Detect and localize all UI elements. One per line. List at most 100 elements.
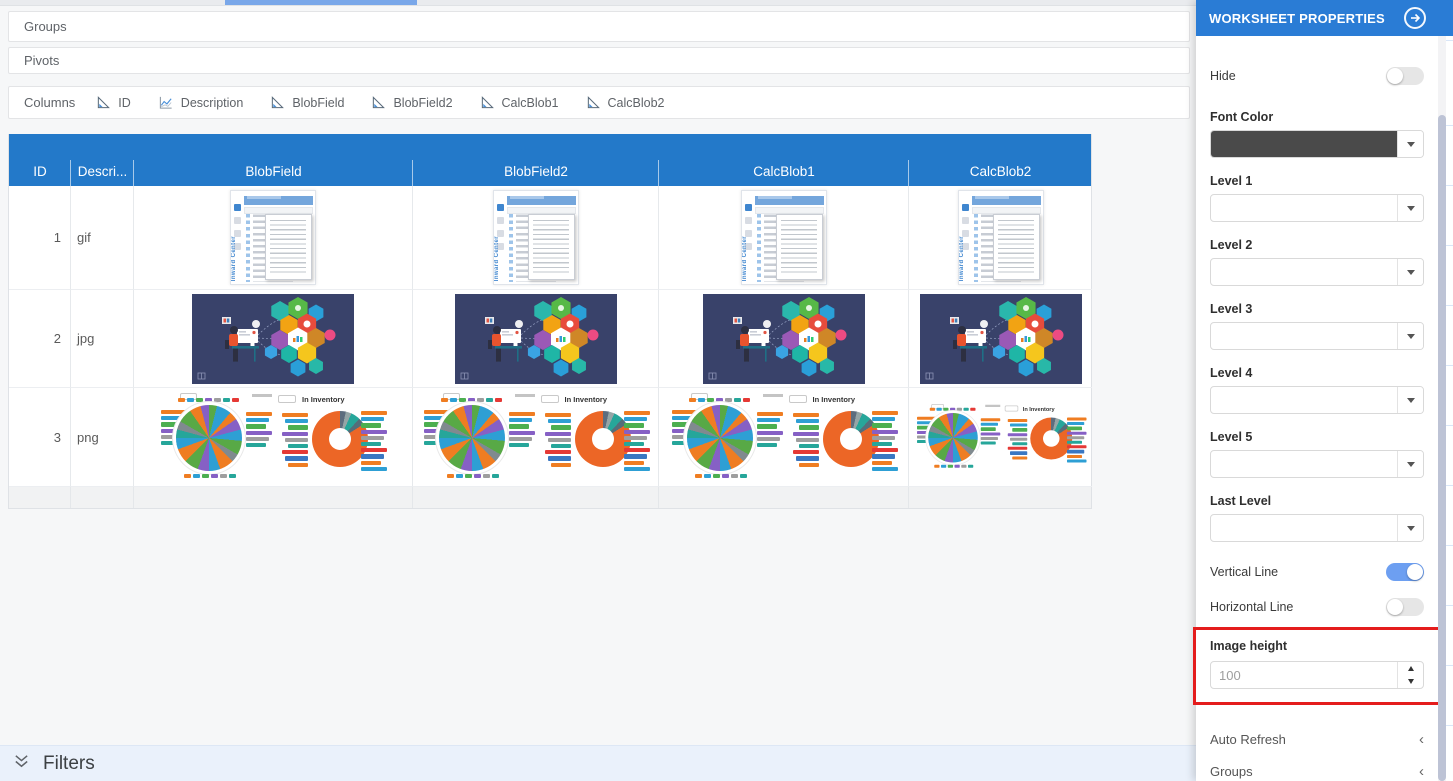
pie-chart — [439, 405, 505, 471]
horizontal-line-label: Horizontal Line — [1210, 600, 1293, 614]
pie-chart — [687, 405, 753, 471]
level-1-group: Level 1 — [1210, 174, 1424, 222]
horizontal-line-row: Horizontal Line — [1210, 597, 1424, 617]
hide-label: Hide — [1210, 69, 1236, 83]
level-2-select[interactable] — [1210, 258, 1424, 286]
column-chip-description[interactable]: Description — [158, 95, 244, 110]
columns-dropzone[interactable]: Columns ID Description BlobField B — [8, 86, 1190, 119]
font-color-select[interactable] — [1210, 130, 1424, 158]
column-chip-blobfield[interactable]: BlobField — [270, 95, 344, 110]
hide-toggle[interactable] — [1386, 67, 1424, 85]
cell-calcblob1: In Inventory — [659, 388, 909, 487]
panel-header-extension — [1438, 0, 1453, 36]
donut-labels-right — [872, 411, 898, 471]
worksheet-table: ID Descri... BlobField BlobField2 CalcBl… — [8, 134, 1092, 509]
donut-chart — [575, 411, 631, 467]
cell-calcblob2: Inward Center — [909, 186, 1092, 290]
top-scrollbar-thumb[interactable] — [225, 0, 417, 5]
section-auto-refresh[interactable]: Auto Refresh ‹ — [1210, 723, 1424, 755]
column-chip-id[interactable]: ID — [96, 95, 131, 110]
panel-scrollbar-thumb[interactable] — [1438, 115, 1446, 781]
collapse-panel-arrow-icon[interactable] — [1404, 7, 1426, 29]
dropdown-arrow-icon[interactable] — [1397, 195, 1423, 221]
tree-titlebar — [507, 196, 576, 205]
cell-blobfield: Inward Center — [134, 186, 413, 290]
spinner-up-button[interactable] — [1398, 662, 1423, 675]
tree-search-row — [244, 207, 313, 214]
table-row: 1 gif Inward Center Inward Center — [9, 186, 1091, 290]
pie-labels-right — [980, 418, 1000, 444]
tree-context-menu — [265, 214, 312, 280]
cell-blobfield2: Inward Center — [413, 186, 659, 290]
table-row: 3 png In Inventory In Inventory — [9, 388, 1091, 487]
tree-search-row — [972, 207, 1041, 214]
panel-header: WORKSHEET PROPERTIES — [1196, 0, 1438, 36]
donut-legend-button — [1004, 406, 1018, 412]
column-chip-calcblob2[interactable]: CalcBlob2 — [586, 95, 665, 110]
image-height-input[interactable] — [1211, 662, 1397, 688]
cell-blobfield2: In Inventory — [413, 388, 659, 487]
level-1-select[interactable] — [1210, 194, 1424, 222]
cell-id: 2 — [9, 290, 71, 388]
dropdown-arrow-icon[interactable] — [1397, 451, 1423, 477]
pivots-label: Pivots — [24, 53, 59, 68]
pie-chart — [176, 405, 242, 471]
tree-vertical-label: Inward Center — [959, 236, 965, 281]
font-color-swatch — [1211, 131, 1397, 157]
cell-calcblob1 — [659, 290, 909, 388]
panel-vertical-scrollbar[interactable] — [1438, 36, 1446, 781]
level-5-group: Level 5 — [1210, 430, 1424, 478]
dropdown-arrow-icon[interactable] — [1397, 259, 1423, 285]
spinner-down-button[interactable] — [1398, 675, 1423, 688]
dropdown-arrow-icon[interactable] — [1397, 515, 1423, 541]
cell-id: 3 — [9, 388, 71, 487]
dropdown-arrow-icon[interactable] — [1397, 387, 1423, 413]
blob-image-hexagon-infographic — [920, 294, 1082, 384]
font-color-group: Font Color — [1210, 110, 1424, 158]
dropdown-arrow-icon[interactable] — [1397, 131, 1423, 157]
filters-label: Filters — [43, 753, 95, 775]
level-2-group: Level 2 — [1210, 238, 1424, 286]
column-chip-calcblob1[interactable]: CalcBlob1 — [480, 95, 559, 110]
section-groups[interactable]: Groups ‹ — [1210, 755, 1424, 781]
tree-titlebar — [244, 196, 313, 205]
blob-image-pie-donut-charts: In Inventory — [154, 391, 392, 483]
horizontal-line-toggle[interactable] — [1386, 598, 1424, 616]
cell-blobfield: In Inventory — [134, 388, 413, 487]
donut-labels-left — [282, 413, 308, 467]
donut-chart-title: In Inventory — [565, 395, 608, 404]
last-level-select[interactable] — [1210, 514, 1424, 542]
header-cell-blobfield2[interactable]: BlobField2 — [413, 134, 659, 186]
blob-image-pie-donut-charts: In Inventory — [417, 391, 655, 483]
top-horizontal-scrollbar[interactable] — [0, 0, 1196, 6]
cell-description: gif — [71, 186, 134, 290]
donut-legend-button — [278, 395, 296, 403]
dropdown-arrow-icon[interactable] — [1397, 323, 1423, 349]
groups-dropzone[interactable]: Groups — [8, 11, 1190, 42]
pie-labels-top — [441, 398, 502, 402]
field-icon — [371, 95, 386, 110]
header-cell-id[interactable]: ID — [9, 134, 71, 186]
donut-chart-title: In Inventory — [1022, 406, 1054, 413]
donut-labels-right — [361, 411, 387, 471]
filters-bar[interactable]: Filters — [0, 745, 1196, 781]
last-level-group: Last Level — [1210, 494, 1424, 542]
pie-caption-text — [515, 394, 535, 397]
image-height-highlight: Image height — [1193, 627, 1441, 705]
header-cell-blobfield[interactable]: BlobField — [134, 134, 413, 186]
header-cell-calcblob1[interactable]: CalcBlob1 — [659, 134, 909, 186]
header-cell-description[interactable]: Descri... — [71, 134, 134, 186]
level-3-select[interactable] — [1210, 322, 1424, 350]
column-chip-blobfield2[interactable]: BlobField2 — [371, 95, 452, 110]
vertical-line-row: Vertical Line — [1210, 562, 1424, 582]
vertical-line-toggle[interactable] — [1386, 563, 1424, 581]
header-cell-calcblob2[interactable]: CalcBlob2 — [909, 134, 1092, 186]
blob-image-pie-donut-charts: In Inventory — [911, 403, 1090, 472]
pivots-dropzone[interactable]: Pivots — [8, 47, 1190, 74]
chevron-left-icon: ‹ — [1419, 732, 1424, 747]
panel-sections: Auto Refresh ‹ Groups ‹ Columns ‹ — [1210, 723, 1424, 781]
blob-image-tree-screenshot: Inward Center — [230, 190, 316, 285]
level-4-group: Level 4 — [1210, 366, 1424, 414]
level-4-select[interactable] — [1210, 386, 1424, 414]
level-5-select[interactable] — [1210, 450, 1424, 478]
